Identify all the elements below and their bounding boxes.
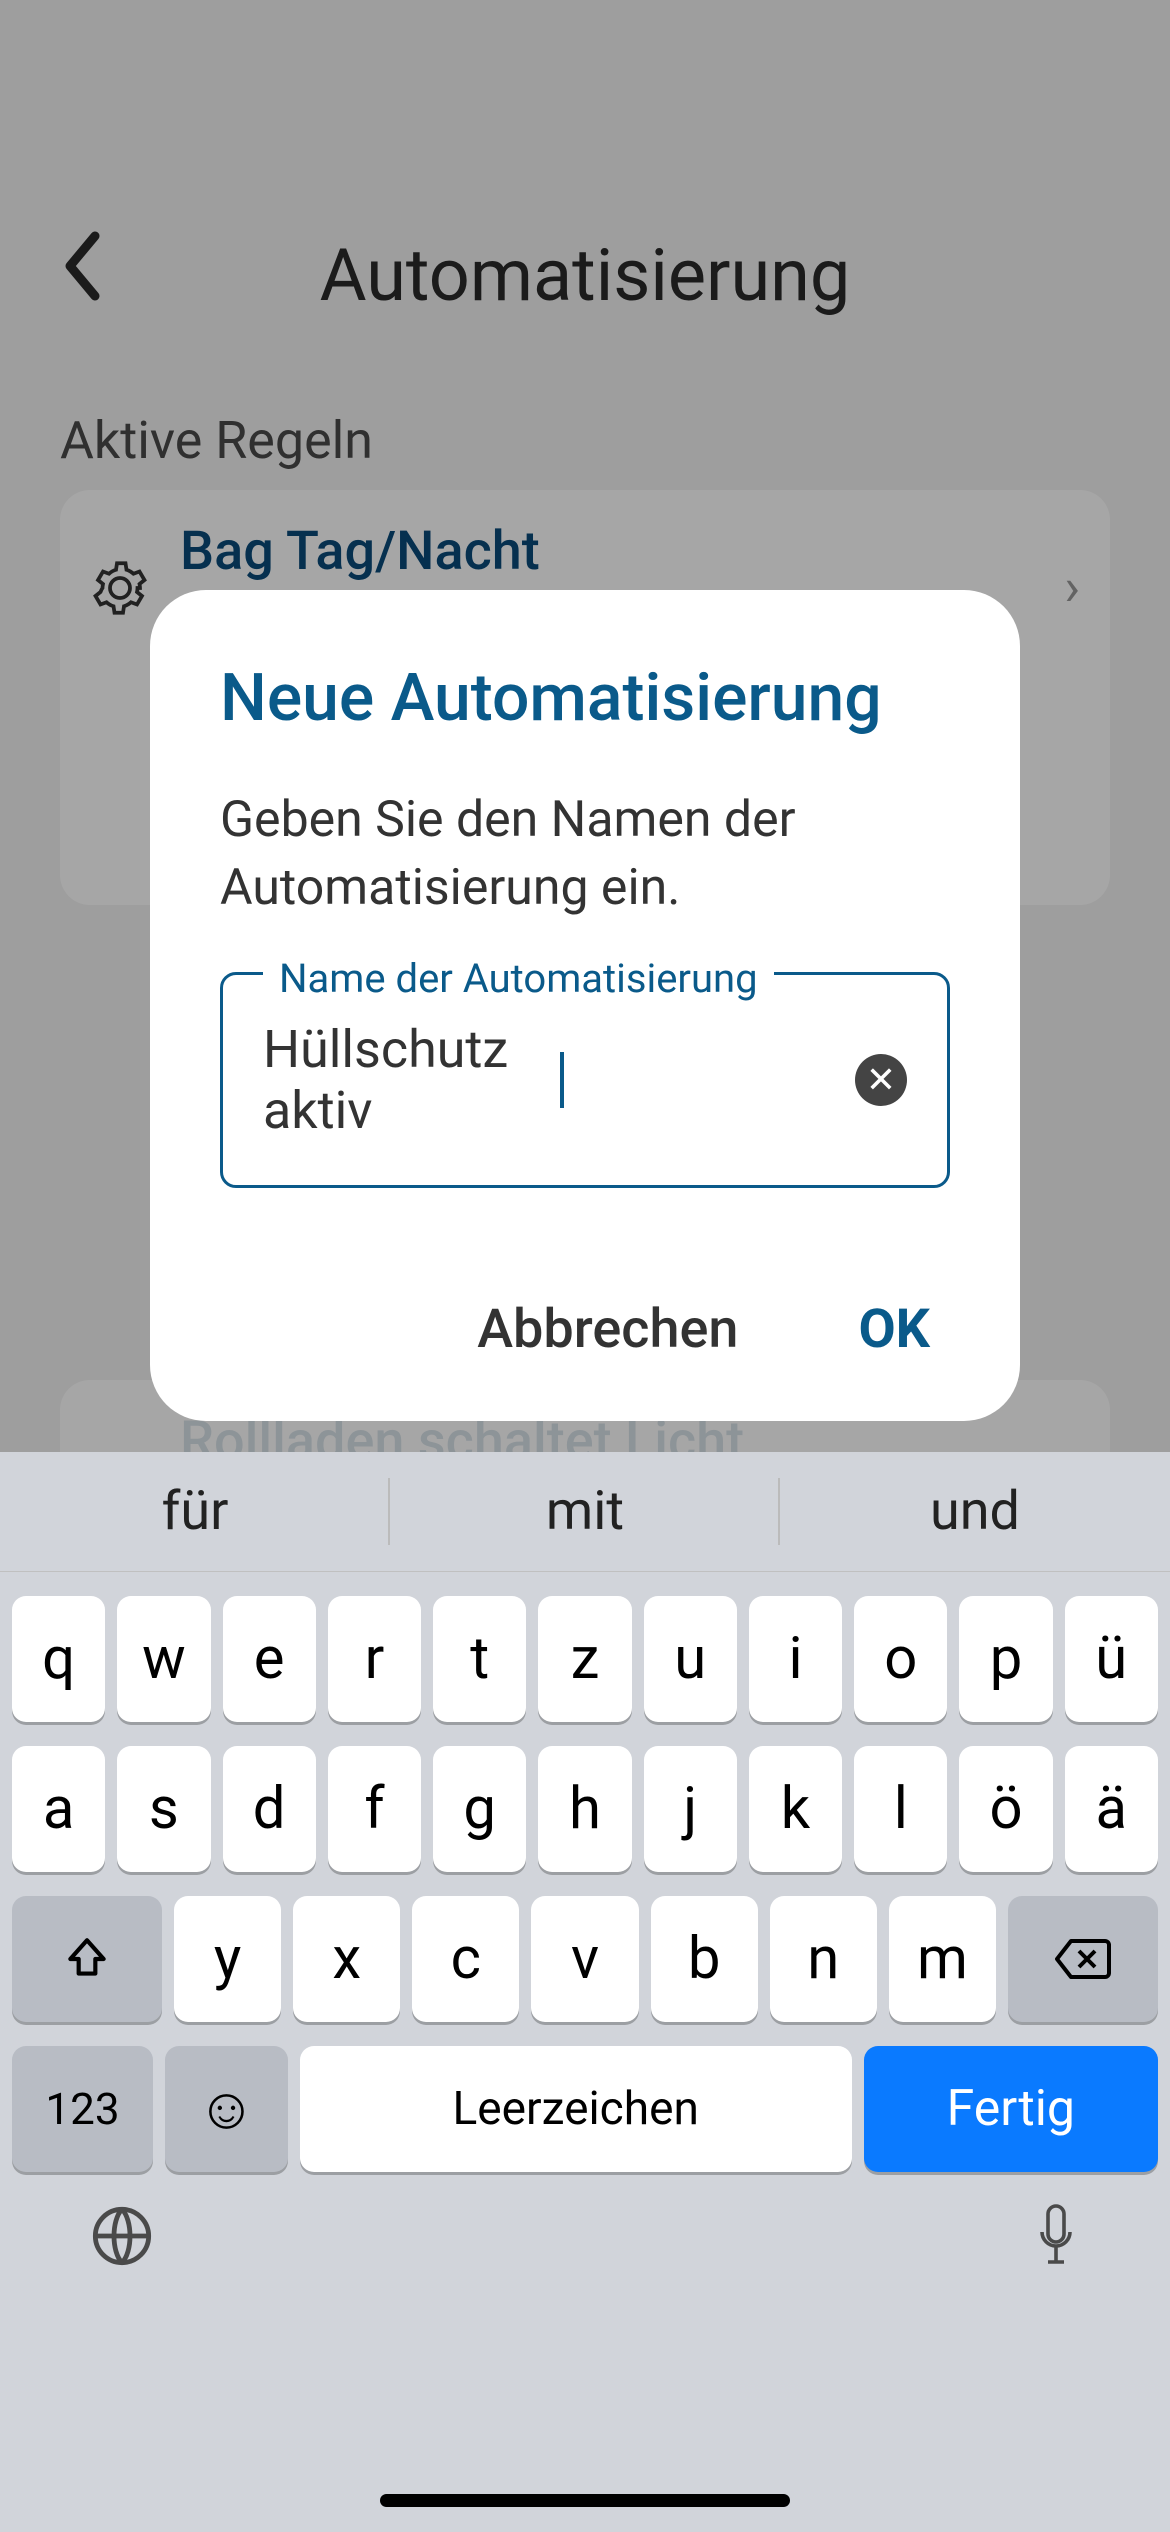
automation-name-input[interactable]: Hüllschutz aktiv bbox=[263, 1019, 554, 1141]
home-indicator[interactable] bbox=[380, 2494, 790, 2507]
key-r[interactable]: r bbox=[328, 1596, 421, 1722]
new-automation-dialog: Neue Automatisierung Geben Sie den Namen… bbox=[150, 590, 1020, 1421]
key-ü[interactable]: ü bbox=[1065, 1596, 1158, 1722]
globe-key[interactable] bbox=[90, 2204, 154, 2285]
key-p[interactable]: p bbox=[959, 1596, 1052, 1722]
key-q[interactable]: q bbox=[12, 1596, 105, 1722]
key-j[interactable]: j bbox=[644, 1746, 737, 1872]
suggestion-bar: für mit und bbox=[0, 1452, 1170, 1572]
numbers-key[interactable]: 123 bbox=[12, 2046, 153, 2172]
key-n[interactable]: n bbox=[770, 1896, 877, 2022]
dictation-key[interactable] bbox=[1032, 2202, 1080, 2287]
key-l[interactable]: l bbox=[854, 1746, 947, 1872]
key-ö[interactable]: ö bbox=[959, 1746, 1052, 1872]
key-t[interactable]: t bbox=[433, 1596, 526, 1722]
key-d[interactable]: d bbox=[223, 1746, 316, 1872]
key-y[interactable]: y bbox=[174, 1896, 281, 2022]
dialog-title: Neue Automatisierung bbox=[220, 660, 950, 737]
globe-icon bbox=[90, 2204, 154, 2268]
close-icon: ✕ bbox=[866, 1059, 896, 1101]
dialog-message: Geben Sie den Namen der Automatisierung … bbox=[220, 787, 950, 922]
suggestion-1[interactable]: für bbox=[0, 1452, 390, 1571]
key-v[interactable]: v bbox=[531, 1896, 638, 2022]
shift-key[interactable] bbox=[12, 1896, 162, 2022]
field-label: Name der Automatisierung bbox=[263, 955, 774, 1002]
ok-button[interactable]: OK bbox=[858, 1298, 930, 1361]
key-i[interactable]: i bbox=[749, 1596, 842, 1722]
shift-icon bbox=[62, 1934, 112, 1984]
done-key[interactable]: Fertig bbox=[864, 2046, 1158, 2172]
key-c[interactable]: c bbox=[412, 1896, 519, 2022]
key-g[interactable]: g bbox=[433, 1746, 526, 1872]
key-o[interactable]: o bbox=[854, 1596, 947, 1722]
key-h[interactable]: h bbox=[538, 1746, 631, 1872]
key-x[interactable]: x bbox=[293, 1896, 400, 2022]
key-a[interactable]: a bbox=[12, 1746, 105, 1872]
key-u[interactable]: u bbox=[644, 1596, 737, 1722]
backspace-icon bbox=[1055, 1937, 1111, 1981]
cancel-button[interactable]: Abbrechen bbox=[477, 1298, 738, 1361]
key-ä[interactable]: ä bbox=[1065, 1746, 1158, 1872]
clear-input-button[interactable]: ✕ bbox=[855, 1054, 907, 1106]
automation-name-field[interactable]: Name der Automatisierung Hüllschutz akti… bbox=[220, 972, 950, 1188]
emoji-icon: ☺ bbox=[197, 2075, 256, 2143]
key-s[interactable]: s bbox=[117, 1746, 210, 1872]
key-k[interactable]: k bbox=[749, 1746, 842, 1872]
key-f[interactable]: f bbox=[328, 1746, 421, 1872]
backspace-key[interactable] bbox=[1008, 1896, 1158, 2022]
key-z[interactable]: z bbox=[538, 1596, 631, 1722]
emoji-key[interactable]: ☺ bbox=[165, 2046, 288, 2172]
text-cursor bbox=[560, 1052, 564, 1108]
mic-icon bbox=[1032, 2202, 1080, 2270]
suggestion-2[interactable]: mit bbox=[390, 1452, 780, 1571]
key-e[interactable]: e bbox=[223, 1596, 316, 1722]
key-m[interactable]: m bbox=[889, 1896, 996, 2022]
spacebar-key[interactable]: Leerzeichen bbox=[300, 2046, 852, 2172]
ios-keyboard: für mit und qwertzuiopü asdfghjklöä yxcv… bbox=[0, 1452, 1170, 2532]
suggestion-3[interactable]: und bbox=[780, 1452, 1170, 1571]
key-w[interactable]: w bbox=[117, 1596, 210, 1722]
key-b[interactable]: b bbox=[651, 1896, 758, 2022]
